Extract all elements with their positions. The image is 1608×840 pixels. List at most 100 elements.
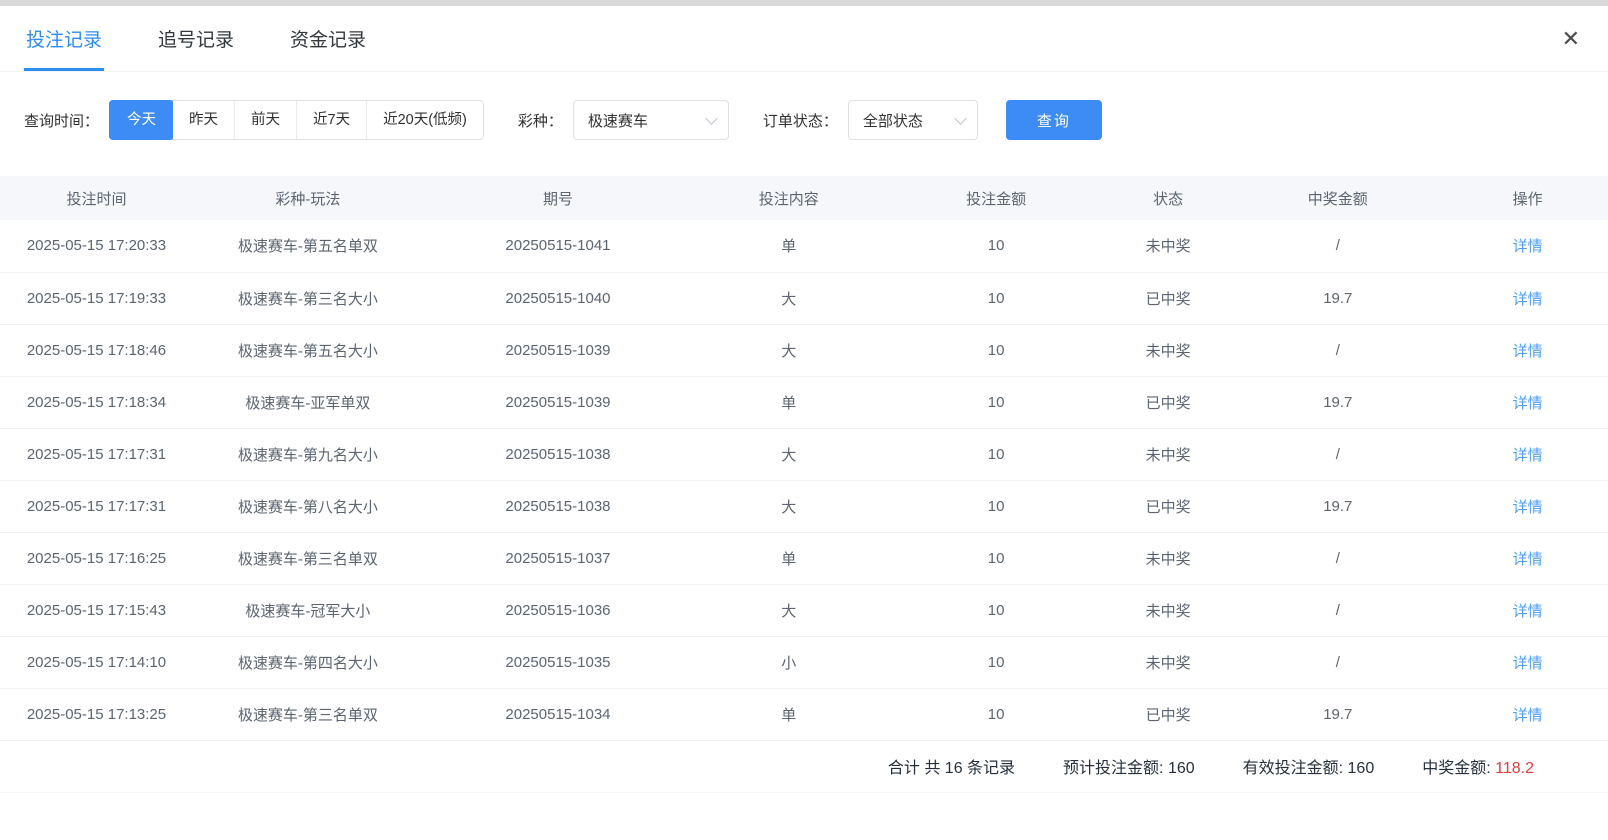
cell-action: 详情 [1447,220,1608,272]
detail-link[interactable]: 详情 [1513,499,1543,516]
cell-bet-time: 2025-05-15 17:13:25 [0,688,193,740]
detail-link[interactable]: 详情 [1513,291,1543,308]
cell-prize: / [1228,636,1447,688]
cell-issue: 20250515-1039 [423,324,693,376]
cell-bet-amount: 10 [884,324,1108,376]
cell-bet-content: 单 [693,532,884,584]
summary-total: 合计 共 16 条记录 [888,754,1015,778]
detail-link[interactable]: 详情 [1513,238,1543,255]
cell-bet-content: 单 [693,220,884,272]
close-icon[interactable]: ✕ [1558,24,1584,54]
cell-bet-time: 2025-05-15 17:16:25 [0,532,193,584]
cell-bet-content: 大 [693,324,884,376]
cell-action: 详情 [1447,480,1608,532]
cell-bet-time: 2025-05-15 17:17:31 [0,480,193,532]
cell-issue: 20250515-1034 [423,688,693,740]
cell-bet-amount: 10 [884,272,1108,324]
cell-issue: 20250515-1035 [423,636,693,688]
tab-list: 投注记录追号记录资金记录 [24,6,420,71]
cell-bet-time: 2025-05-15 17:17:31 [0,428,193,480]
cell-bet-amount: 10 [884,376,1108,428]
table-row: 2025-05-15 17:19:33极速赛车-第三名大小20250515-10… [0,272,1608,324]
table-header-row: 投注时间彩种-玩法期号投注内容投注金额状态中奖金额操作 [0,176,1608,220]
time-range-option-3[interactable]: 近7天 [297,101,367,139]
cell-status: 未中奖 [1108,532,1229,584]
column-header-6: 中奖金额 [1228,176,1447,220]
detail-link[interactable]: 详情 [1513,707,1543,724]
cell-status: 未中奖 [1108,636,1229,688]
cell-bet-time: 2025-05-15 17:19:33 [0,272,193,324]
cell-issue: 20250515-1038 [423,428,693,480]
cell-issue: 20250515-1041 [423,220,693,272]
time-range-option-0[interactable]: 今天 [109,100,174,140]
column-header-7: 操作 [1447,176,1608,220]
table-row: 2025-05-15 17:18:46极速赛车-第五名大小20250515-10… [0,324,1608,376]
lottery-select-value: 极速赛车 [588,110,648,131]
cell-game-play: 极速赛车-第三名大小 [193,272,423,324]
cell-action: 详情 [1447,584,1608,636]
cell-action: 详情 [1447,324,1608,376]
cell-prize: / [1228,220,1447,272]
cell-bet-amount: 10 [884,584,1108,636]
cell-prize: 19.7 [1228,376,1447,428]
detail-link[interactable]: 详情 [1513,447,1543,464]
lottery-filter-label: 彩种： [518,110,563,131]
cell-bet-content: 小 [693,636,884,688]
order-status-select-value: 全部状态 [863,110,923,131]
column-header-3: 投注内容 [693,176,884,220]
summary-prize-label: 中奖金额: [1422,760,1495,777]
tab-item-1[interactable]: 追号记录 [156,6,236,71]
cell-bet-content: 大 [693,584,884,636]
cell-prize: 19.7 [1228,480,1447,532]
lottery-select[interactable]: 极速赛车 [573,100,729,140]
cell-status: 未中奖 [1108,324,1229,376]
cell-bet-amount: 10 [884,636,1108,688]
cell-status: 已中奖 [1108,376,1229,428]
cell-status: 未中奖 [1108,584,1229,636]
cell-game-play: 极速赛车-第八名大小 [193,480,423,532]
cell-bet-time: 2025-05-15 17:18:46 [0,324,193,376]
cell-bet-content: 大 [693,428,884,480]
table-row: 2025-05-15 17:14:10极速赛车-第四名大小20250515-10… [0,636,1608,688]
cell-bet-time: 2025-05-15 17:20:33 [0,220,193,272]
detail-link[interactable]: 详情 [1513,343,1543,360]
cell-issue: 20250515-1037 [423,532,693,584]
cell-action: 详情 [1447,272,1608,324]
time-range-option-4[interactable]: 近20天(低频) [367,101,483,139]
cell-prize: / [1228,324,1447,376]
table-row: 2025-05-15 17:20:33极速赛车-第五名单双20250515-10… [0,220,1608,272]
cell-game-play: 极速赛车-第四名大小 [193,636,423,688]
detail-link[interactable]: 详情 [1513,551,1543,568]
cell-bet-amount: 10 [884,532,1108,584]
cell-bet-time: 2025-05-15 17:18:34 [0,376,193,428]
filter-bar: 查询时间： 今天昨天前天近7天近20天(低频) 彩种： 极速赛车 订单状态： 全… [0,100,1608,140]
cell-action: 详情 [1447,428,1608,480]
order-status-select[interactable]: 全部状态 [848,100,978,140]
cell-bet-content: 大 [693,480,884,532]
cell-bet-content: 单 [693,376,884,428]
table-row: 2025-05-15 17:15:43极速赛车-冠军大小20250515-103… [0,584,1608,636]
query-button[interactable]: 查询 [1006,100,1102,140]
cell-bet-amount: 10 [884,480,1108,532]
table-row: 2025-05-15 17:18:34极速赛车-亚军单双20250515-103… [0,376,1608,428]
summary-prize-value: 118.2 [1495,760,1534,777]
column-header-0: 投注时间 [0,176,193,220]
summary-expected-amount: 预计投注金额: 160 [1063,754,1195,778]
cell-prize: / [1228,584,1447,636]
tab-item-0[interactable]: 投注记录 [24,6,104,71]
cell-bet-content: 大 [693,272,884,324]
cell-prize: / [1228,532,1447,584]
tab-item-2[interactable]: 资金记录 [288,6,368,71]
cell-game-play: 极速赛车-第三名单双 [193,532,423,584]
column-header-1: 彩种-玩法 [193,176,423,220]
records-table: 投注时间彩种-玩法期号投注内容投注金额状态中奖金额操作 2025-05-15 1… [0,176,1608,741]
cell-game-play: 极速赛车-第五名单双 [193,220,423,272]
cell-issue: 20250515-1040 [423,272,693,324]
chevron-down-icon [954,112,967,125]
time-range-option-2[interactable]: 前天 [235,101,297,139]
detail-link[interactable]: 详情 [1513,655,1543,672]
detail-link[interactable]: 详情 [1513,603,1543,620]
detail-link[interactable]: 详情 [1513,395,1543,412]
cell-bet-time: 2025-05-15 17:14:10 [0,636,193,688]
time-range-option-1[interactable]: 昨天 [173,101,235,139]
